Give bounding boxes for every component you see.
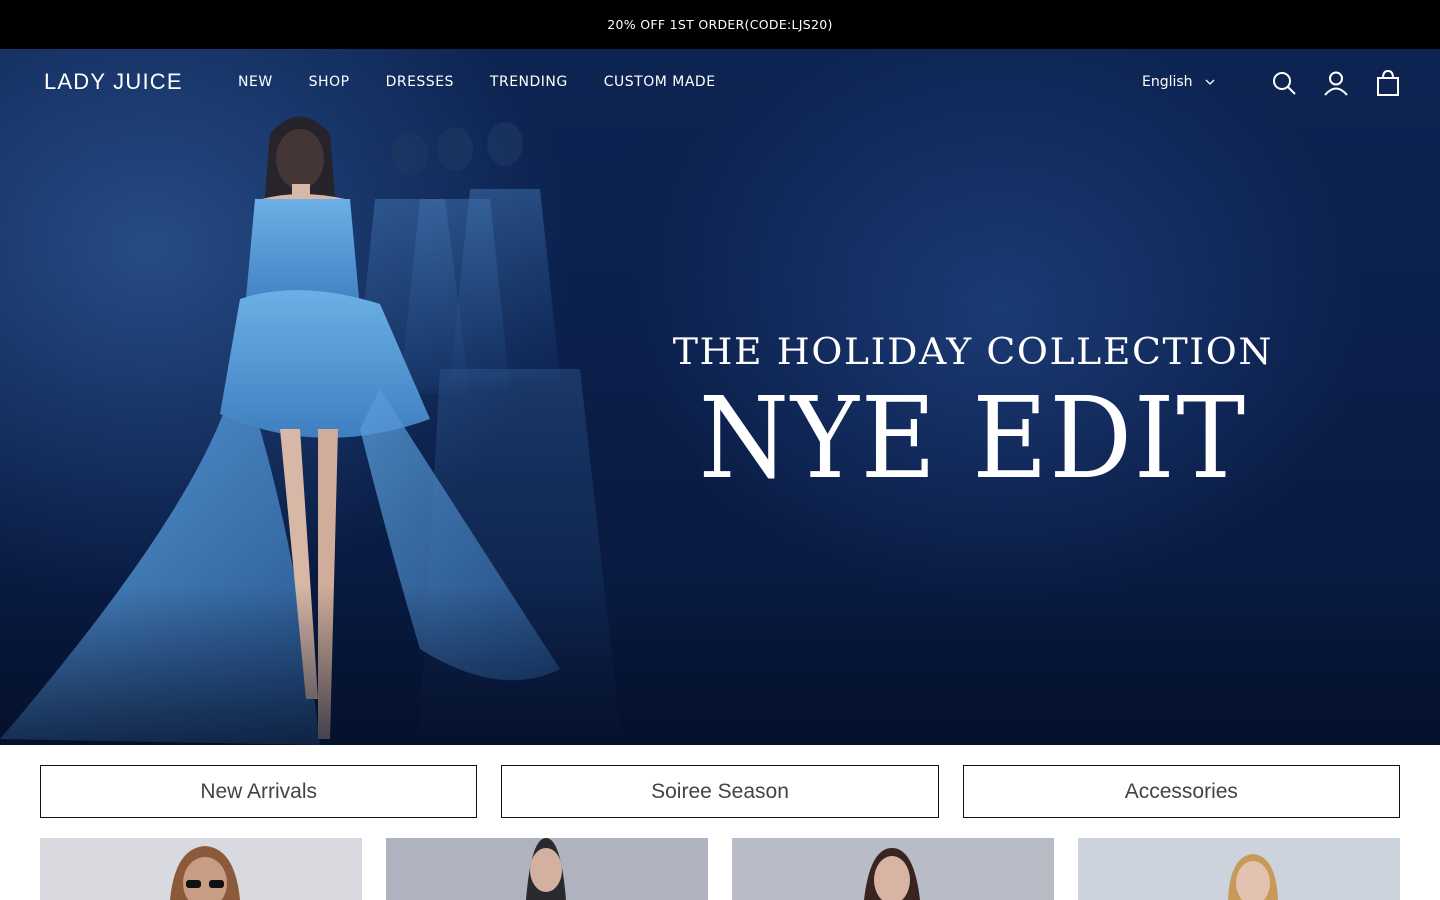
hero-title: NYE EDIT: [698, 374, 1247, 504]
chevron-down-icon: [1205, 79, 1215, 85]
language-selector[interactable]: English: [1142, 74, 1215, 90]
product-card[interactable]: [386, 838, 708, 900]
product-image: [732, 838, 1054, 900]
product-image: [40, 838, 362, 900]
site-logo[interactable]: LADY JUICE: [44, 69, 183, 95]
product-card[interactable]: [732, 838, 1054, 900]
account-icon[interactable]: [1323, 70, 1349, 96]
tab-soiree-season[interactable]: Soiree Season: [501, 765, 939, 818]
hero-subtitle: THE HOLIDAY COLLECTION: [672, 332, 1273, 373]
product-image: [1078, 838, 1400, 900]
menu-item-new[interactable]: NEW: [238, 74, 273, 90]
announcement-bar: 20% OFF 1ST ORDER(CODE:LJS20): [0, 0, 1440, 49]
language-label: English: [1142, 74, 1193, 90]
product-card[interactable]: [1078, 838, 1400, 900]
main-header: LADY JUICE NEW SHOP DRESSES TRENDING CUS…: [0, 49, 1440, 115]
menu-item-shop[interactable]: SHOP: [309, 74, 350, 90]
hero-banner[interactable]: THE HOLIDAY COLLECTION NYE EDIT: [0, 49, 1440, 745]
search-icon[interactable]: [1271, 70, 1297, 96]
product-card[interactable]: [40, 838, 362, 900]
menu-item-custom-made[interactable]: CUSTOM MADE: [604, 74, 716, 90]
hero-floor-shade: [0, 585, 1440, 745]
product-grid: [40, 838, 1400, 900]
menu-item-dresses[interactable]: DRESSES: [386, 74, 454, 90]
cart-icon[interactable]: [1375, 70, 1401, 96]
menu-item-trending[interactable]: TRENDING: [490, 74, 568, 90]
tab-new-arrivals[interactable]: New Arrivals: [40, 765, 478, 818]
tab-accessories[interactable]: Accessories: [962, 765, 1400, 818]
hero-headline: THE HOLIDAY COLLECTION NYE EDIT: [660, 332, 1285, 504]
announcement-text: 20% OFF 1ST ORDER(CODE:LJS20): [607, 17, 833, 32]
category-tabs: New Arrivals Soiree Season Accessories: [40, 765, 1400, 818]
product-image: [386, 838, 708, 900]
main-menu: NEW SHOP DRESSES TRENDING CUSTOM MADE: [238, 74, 716, 90]
